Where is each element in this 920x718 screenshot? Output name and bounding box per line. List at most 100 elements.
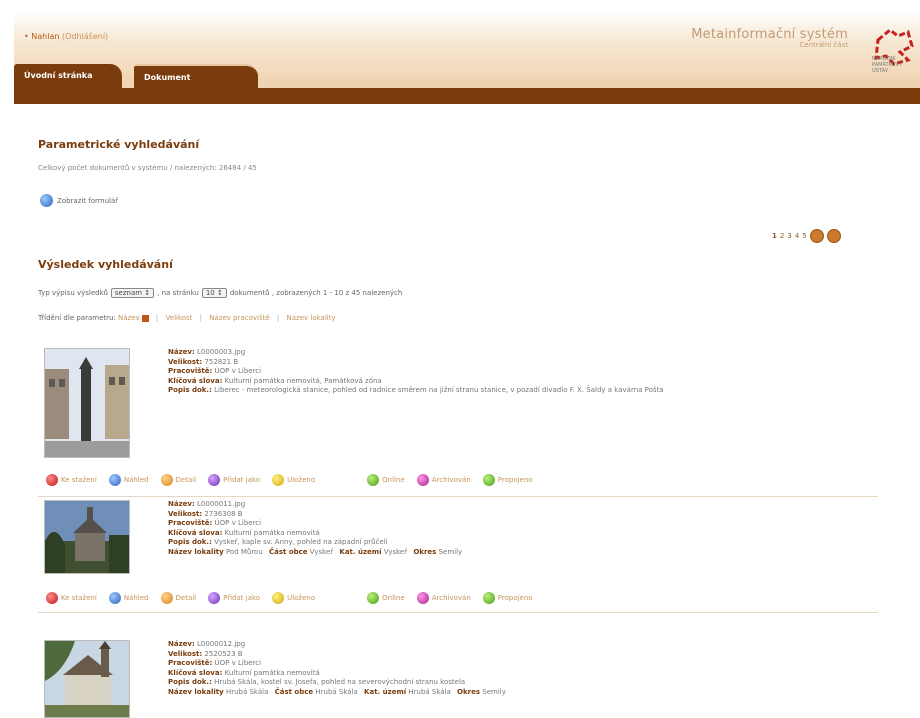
result-keywords: Kulturní památka nemovitá [224, 528, 320, 537]
keywords-label: Klíčová slova: [168, 528, 223, 537]
page-link-2[interactable]: 2 [780, 232, 784, 240]
search-title: Parametrické vyhledávání [38, 138, 200, 151]
add-as-button[interactable]: Přidat jako [208, 474, 260, 486]
result-name: L0000012.jpg [197, 640, 246, 648]
detail-button[interactable]: Detail [160, 474, 196, 486]
last-page-icon[interactable] [826, 229, 841, 243]
add-as-label: Přidat jako [223, 594, 261, 602]
user-name: • Nahlan [24, 32, 60, 41]
result-description: Liberec - meteorologická stanice, pohled… [214, 386, 664, 394]
preview-button[interactable]: Náhled [108, 474, 149, 486]
result-keywords: Kulturní památka nemovitá [224, 668, 320, 677]
description-label: Popis dok.: [168, 386, 212, 394]
system-title: Metainformační systém [691, 27, 848, 42]
listing-type-select[interactable]: seznam ↕ [110, 288, 155, 298]
online-icon [367, 474, 380, 486]
show-form-label: Zobrazit formulář [57, 196, 119, 205]
download-icon [46, 474, 58, 486]
detail-label: Detail [175, 594, 197, 602]
result-locality: Hrubá Skála [225, 687, 269, 696]
page-link-5[interactable]: 5 [802, 232, 806, 240]
saved-button[interactable]: Uloženo [272, 474, 315, 486]
result-thumbnail[interactable] [44, 640, 130, 718]
result-description: Vyskeř, kaple sv. Anny, pohled na západn… [214, 538, 388, 546]
district-label: Okres [413, 547, 437, 556]
result-workplace: ÚOP v Liberci [214, 519, 262, 527]
listing-type-label: Typ výpisu výsledků [38, 289, 108, 297]
archived-icon [416, 592, 429, 604]
result-thumbnail[interactable] [44, 500, 130, 574]
result-keywords: Kulturní památka nemovitá, Památková zón… [224, 376, 382, 385]
page-link-1[interactable]: 1 [772, 232, 777, 240]
detail-button[interactable]: Detail [160, 592, 197, 604]
archived-label: Archivován [431, 594, 471, 602]
preview-icon [108, 474, 121, 486]
online-label: Online [382, 594, 405, 602]
online-status: Online [367, 592, 405, 604]
cadastre-label: Kat. území [339, 547, 382, 556]
per-page-value: 10 [205, 289, 215, 297]
sort-direction-icon[interactable] [141, 314, 149, 322]
sort-by-workplace[interactable]: Název pracoviště [209, 314, 269, 322]
page-link-3[interactable]: 3 [787, 232, 791, 240]
place-part-label: Část obce [269, 547, 308, 556]
workplace-label: Pracoviště: [168, 659, 213, 667]
sort-by-locality[interactable]: Název lokality [287, 314, 336, 322]
results-title: Výsledek vyhledávání [38, 258, 173, 271]
locality-label: Název lokality [168, 687, 224, 696]
per-page-label: , na stránku [157, 289, 199, 297]
cadastre-label: Kat. území [364, 687, 407, 696]
saved-icon [272, 474, 285, 486]
online-label: Online [382, 476, 405, 484]
result-place-part: Vyskeř [309, 547, 334, 556]
name-label: Název: [168, 640, 195, 648]
place-part-label: Část obce [274, 687, 314, 696]
size-label: Velikost: [168, 509, 203, 518]
linked-status: Propojeno [482, 474, 533, 486]
result-district: Semily [438, 547, 463, 556]
result-divider [38, 612, 878, 613]
result-name: L0000003.jpg [197, 348, 246, 356]
results-summary: dokumentů , zobrazených 1 - 10 z 45 nale… [229, 289, 403, 297]
logout-link[interactable]: (Odhlášení) [62, 32, 108, 41]
add-as-button[interactable]: Přidat jako [208, 592, 260, 604]
description-label: Popis dok.: [168, 678, 212, 686]
result-thumbnail[interactable] [44, 348, 130, 458]
result-info: Název: L0000003.jpg Velikost: 752821 B P… [168, 348, 858, 396]
listing-type-value: seznam [114, 289, 143, 297]
result-divider [38, 496, 878, 497]
download-label: Ke stažení [61, 594, 97, 602]
show-form-button[interactable]: Zobrazit formulář [40, 194, 118, 207]
per-page-select[interactable]: 10 ↕ [201, 288, 227, 298]
tab-document[interactable]: Dokument [134, 64, 258, 90]
district-label: Okres [457, 687, 481, 696]
document-count: Celkový počet dokumentů v systému / nale… [38, 164, 257, 172]
add-as-icon [208, 474, 221, 486]
next-page-icon[interactable] [809, 229, 824, 243]
linked-icon [482, 592, 495, 604]
saved-label: Uloženo [287, 594, 316, 602]
system-subtitle: Centrální část [799, 41, 848, 49]
result-size: 2520523 B [204, 649, 243, 658]
saved-label: Uloženo [287, 476, 316, 484]
result-locality: Pod Můrou [225, 547, 263, 556]
download-button[interactable]: Ke stažení [46, 474, 97, 486]
preview-button[interactable]: Náhled [108, 592, 149, 604]
page-link-4[interactable]: 4 [795, 232, 799, 240]
linked-label: Propojeno [497, 476, 533, 484]
size-label: Velikost: [168, 649, 203, 658]
workplace-label: Pracoviště: [168, 519, 213, 527]
header-band [14, 88, 920, 104]
archived-label: Archivován [431, 476, 471, 484]
result-actions: Ke stažení Náhled Detail Přidat jako Ulo… [46, 474, 545, 486]
saved-button[interactable]: Uloženo [272, 592, 315, 604]
preview-icon [108, 592, 121, 604]
keywords-label: Klíčová slova: [168, 668, 223, 677]
sort-by-name[interactable]: Název [118, 314, 140, 322]
download-button[interactable]: Ke stažení [46, 592, 97, 604]
pagination: 1 2 3 4 5 [772, 229, 841, 243]
results-options: Typ výpisu výsledků seznam ↕ , na stránk… [38, 288, 402, 298]
sort-label: Třídění dle parametru: [38, 314, 116, 322]
sort-by-size[interactable]: Velikost [166, 314, 193, 322]
tab-home[interactable]: Úvodní stránka [14, 64, 122, 88]
